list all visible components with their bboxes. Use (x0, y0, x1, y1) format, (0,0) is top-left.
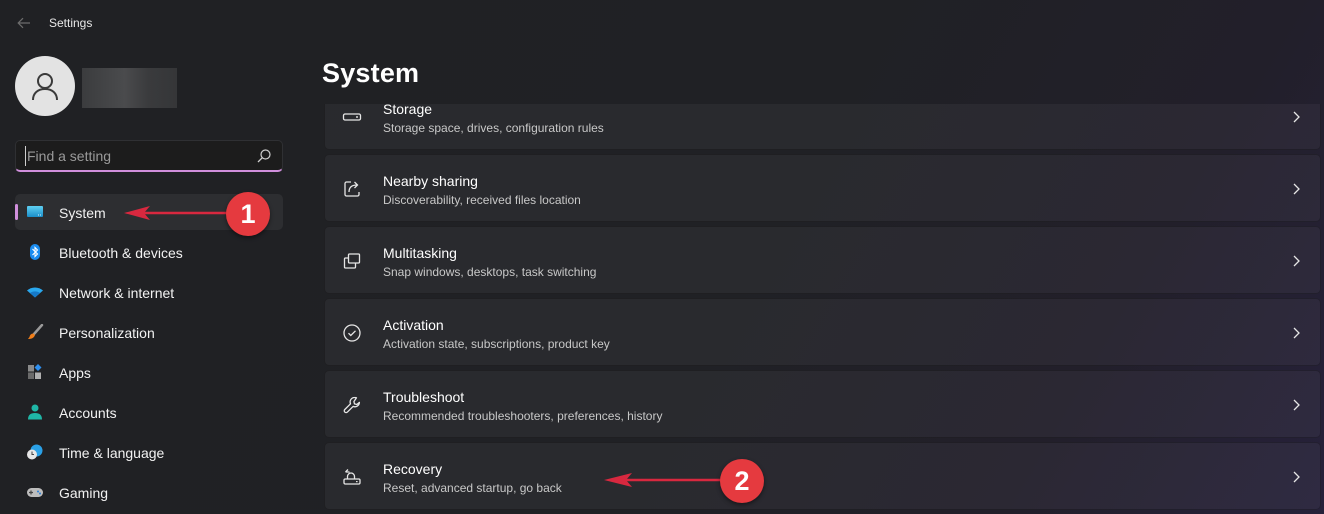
card-recovery[interactable]: Recovery Reset, advanced startup, go bac… (324, 442, 1321, 510)
card-multitasking[interactable]: Multitasking Snap windows, desktops, tas… (324, 226, 1321, 294)
card-subtitle: Activation state, subscriptions, product… (383, 337, 610, 351)
avatar[interactable] (15, 56, 75, 116)
chevron-right-icon (1293, 471, 1300, 483)
card-subtitle: Storage space, drives, configuration rul… (383, 121, 604, 135)
sidebar-item-label: Network & internet (59, 285, 175, 301)
card-title: Recovery (383, 461, 443, 477)
sidebar-item-accounts[interactable]: Accounts (15, 394, 283, 430)
back-button[interactable] (13, 12, 35, 34)
step-badge-2: 2 (720, 459, 764, 503)
sidebar-item-bluetooth[interactable]: Bluetooth & devices (15, 234, 283, 270)
multitask-icon (343, 253, 361, 269)
card-activation[interactable]: Activation Activation state, subscriptio… (324, 298, 1321, 366)
active-indicator (15, 204, 18, 220)
gamepad-icon (27, 488, 43, 497)
account-icon (28, 404, 42, 420)
username-redacted (82, 68, 177, 108)
sidebar-item-label: Accounts (59, 405, 117, 421)
sidebar-item-personalization[interactable]: Personalization (15, 314, 283, 350)
sidebar-item-label: Apps (59, 365, 91, 381)
monitor-icon (27, 206, 43, 217)
sidebar-item-label: Bluetooth & devices (59, 245, 183, 261)
sidebar-item-label: Personalization (59, 325, 155, 341)
search-icon[interactable] (256, 148, 272, 164)
card-subtitle: Snap windows, desktops, task switching (383, 265, 597, 279)
chevron-right-icon (1293, 255, 1300, 267)
chevron-right-icon (1293, 399, 1300, 411)
card-subtitle: Reset, advanced startup, go back (383, 481, 562, 495)
card-subtitle: Recommended troubleshooters, preferences… (383, 409, 663, 423)
sidebar: System Bluetooth & devices Network & int… (0, 46, 300, 514)
sidebar-item-gaming[interactable]: Gaming (15, 474, 283, 510)
card-subtitle: Discoverability, received files location (383, 193, 581, 207)
card-title: Activation (383, 317, 444, 333)
sidebar-item-network[interactable]: Network & internet (15, 274, 283, 310)
sidebar-item-time-language[interactable]: Time & language (15, 434, 283, 470)
bluetooth-icon (30, 244, 40, 260)
settings-list[interactable]: Storage Storage space, drives, configura… (324, 104, 1321, 514)
check-circle-icon (343, 324, 361, 342)
page-title: System (322, 58, 420, 88)
step-badge-1: 1 (226, 192, 270, 236)
globe-clock-icon (27, 444, 43, 460)
card-title: Storage (383, 104, 433, 117)
person-icon (32, 73, 58, 101)
card-storage[interactable]: Storage Storage space, drives, configura… (324, 104, 1321, 150)
arrow-left-icon (17, 17, 30, 29)
card-troubleshoot[interactable]: Troubleshoot Recommended troubleshooters… (324, 370, 1321, 438)
app-title: Settings (49, 16, 93, 30)
recovery-icon (343, 469, 361, 485)
paintbrush-icon (28, 324, 44, 339)
card-title: Multitasking (383, 245, 457, 261)
chevron-right-icon (1293, 327, 1300, 339)
chevron-right-icon (1293, 111, 1300, 123)
card-nearby-sharing[interactable]: Nearby sharing Discoverability, received… (324, 154, 1321, 222)
search-box[interactable] (15, 140, 283, 172)
card-title: Nearby sharing (383, 173, 478, 189)
sidebar-item-label: Gaming (59, 485, 109, 501)
title-bar: Settings (0, 0, 1324, 46)
search-input[interactable] (25, 146, 245, 166)
sidebar-nav: System Bluetooth & devices Network & int… (15, 194, 283, 514)
sidebar-item-label: Time & language (59, 445, 165, 461)
sidebar-item-apps[interactable]: Apps (15, 354, 283, 390)
drive-icon (342, 113, 362, 121)
sidebar-item-label: System (59, 205, 106, 221)
card-title: Troubleshoot (383, 389, 465, 405)
chevron-right-icon (1293, 183, 1300, 195)
wrench-icon (343, 396, 361, 414)
share-icon (344, 181, 360, 197)
apps-icon (28, 364, 42, 379)
wifi-icon (27, 287, 43, 298)
